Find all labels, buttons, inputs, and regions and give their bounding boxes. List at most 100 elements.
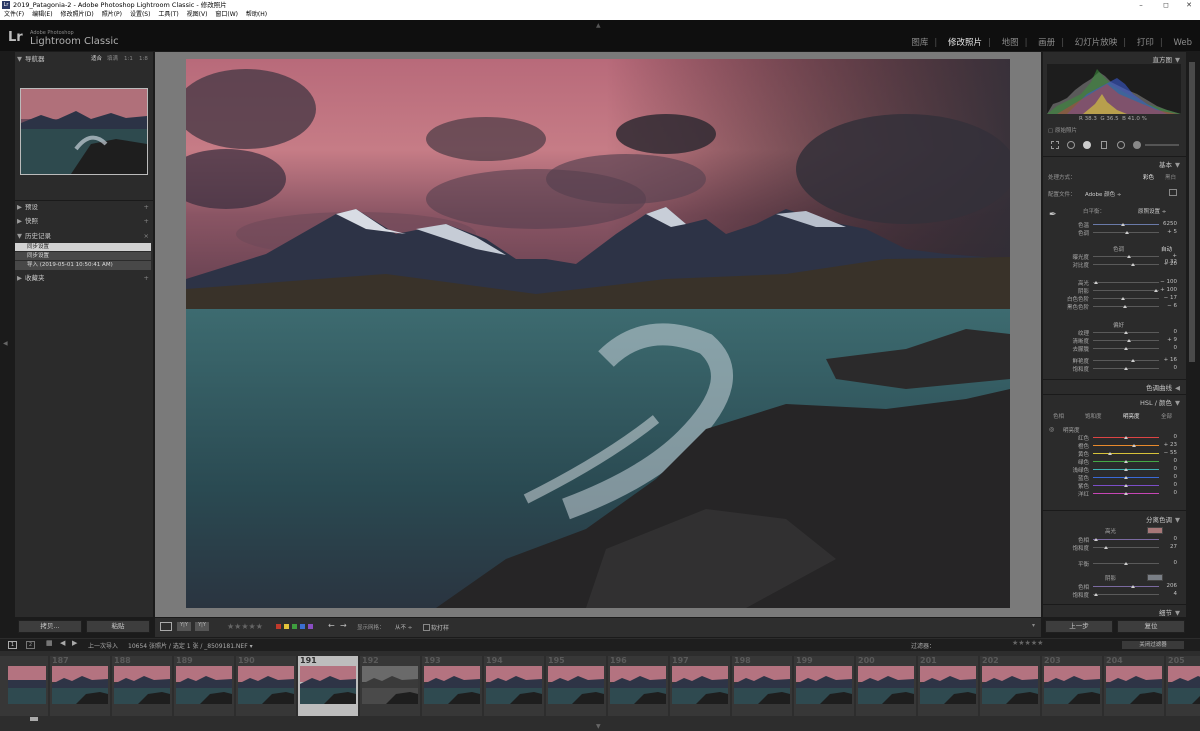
slider-track[interactable] — [1093, 547, 1159, 548]
filmstrip-thumbnail[interactable] — [610, 666, 666, 704]
filmstrip-cell[interactable]: 187 — [50, 656, 110, 716]
filter-select[interactable]: 关闭过滤器 — [1122, 641, 1184, 649]
slider-track[interactable] — [1093, 360, 1159, 361]
adjustment-brush-icon[interactable] — [1133, 141, 1141, 149]
profile-browser-icon[interactable] — [1169, 189, 1177, 196]
auto-tone-button[interactable]: 自动 — [1161, 245, 1172, 253]
filmstrip-cell[interactable]: 198 — [732, 656, 792, 716]
slider-value[interactable]: 0 — [1159, 482, 1178, 488]
add-icon[interactable]: + — [144, 273, 149, 283]
module-print[interactable]: 打印 — [1137, 38, 1154, 48]
before-after-icon[interactable]: Y|Y — [177, 622, 191, 631]
minimize-button[interactable]: – — [1130, 0, 1152, 10]
before-after-split-icon[interactable]: Y|Y — [195, 622, 209, 631]
module-develop[interactable]: 修改照片 — [948, 38, 982, 48]
filmstrip-thumbnail[interactable] — [52, 666, 108, 704]
slider-knob[interactable] — [1131, 263, 1135, 266]
main-photo[interactable] — [186, 59, 1010, 608]
spot-removal-icon[interactable] — [1067, 141, 1075, 149]
slider-knob[interactable] — [1131, 359, 1135, 362]
filmstrip-cell[interactable]: 199 — [794, 656, 854, 716]
treatment-bw[interactable]: 黑白 — [1165, 173, 1176, 181]
slider-value[interactable]: + 20 — [1159, 261, 1177, 267]
graduated-filter-icon[interactable] — [1101, 141, 1107, 149]
presets-header[interactable]: ▶ 预设 + — [17, 202, 151, 212]
selection-count[interactable]: 10654 张照片 / 选定 1 张 / _8509181.NEF ▾ — [128, 641, 253, 650]
filmstrip-cell[interactable]: 190 — [236, 656, 296, 716]
slider-track[interactable] — [1093, 453, 1159, 454]
filmstrip-thumbnail[interactable] — [982, 666, 1038, 704]
slider-knob[interactable] — [1131, 585, 1135, 588]
history-item[interactable]: 导入 (2019-05-01 10:50:41 AM) — [15, 261, 151, 270]
navigator-header[interactable]: ▼ 导航器 适合 填满 1:1 1:8 — [17, 54, 151, 64]
color-label-yellow[interactable] — [284, 624, 289, 629]
slider-knob[interactable] — [1124, 476, 1128, 479]
slider-track[interactable] — [1093, 445, 1159, 446]
source-label[interactable]: 上一次导入 — [88, 641, 118, 650]
prev-photo-arrow-icon[interactable]: ← — [328, 621, 335, 630]
second-window-button[interactable]: 2 — [26, 641, 35, 649]
previous-button[interactable]: 上一步 — [1045, 620, 1113, 633]
slider-value[interactable]: 0 — [1159, 365, 1178, 371]
filmstrip-thumbnail[interactable] — [1044, 666, 1100, 704]
filmstrip-thumbnail[interactable] — [176, 666, 232, 704]
slider-track[interactable] — [1093, 594, 1159, 595]
shadows-color-swatch[interactable] — [1147, 574, 1163, 581]
main-window-button[interactable]: 1 — [8, 641, 17, 649]
eyedropper-icon[interactable]: ✒ — [1049, 210, 1057, 220]
filmstrip-thumbnail[interactable] — [1168, 666, 1200, 704]
slider-value[interactable]: 0 — [1159, 490, 1178, 496]
red-eye-icon[interactable] — [1083, 141, 1091, 149]
slider-track[interactable] — [1093, 224, 1159, 225]
slider-value[interactable]: 0 — [1159, 466, 1178, 472]
filmstrip-cell[interactable] — [0, 656, 48, 716]
slider-value[interactable]: 4 — [1159, 591, 1178, 597]
crop-tool-icon[interactable] — [1051, 141, 1059, 149]
menu-tools[interactable]: 工具(T) — [158, 11, 178, 18]
back-arrow-icon[interactable]: ◀ — [60, 639, 65, 647]
radial-filter-icon[interactable] — [1117, 141, 1125, 149]
slider-value[interactable]: + 16 — [1159, 357, 1177, 363]
slider-value[interactable]: 0 — [1159, 560, 1178, 566]
slider-knob[interactable] — [1127, 339, 1131, 342]
maximize-button[interactable]: ◻ — [1155, 0, 1177, 10]
toolbar-menu-icon[interactable]: ▾ — [1032, 622, 1035, 629]
color-label-purple[interactable] — [308, 624, 313, 629]
profile-select[interactable]: Adobe 颜色 ÷ — [1085, 190, 1122, 198]
slider-knob[interactable] — [1108, 452, 1112, 455]
filmstrip-thumbnail[interactable] — [424, 666, 480, 704]
hsl-tab-saturation[interactable]: 饱和度 — [1085, 412, 1102, 420]
color-label-red[interactable] — [276, 624, 281, 629]
filmstrip-thumbnail[interactable] — [858, 666, 914, 704]
grid-icon[interactable]: ▦ — [46, 639, 53, 647]
wb-select[interactable]: 原照设置 ÷ — [1138, 207, 1166, 215]
filmstrip-thumbnail[interactable] — [300, 666, 356, 704]
filmstrip-cell[interactable]: 193 — [422, 656, 482, 716]
zoom-1to1[interactable]: 1:1 — [124, 54, 133, 64]
slider-knob[interactable] — [1124, 468, 1128, 471]
slider-value[interactable]: − 6 — [1159, 303, 1177, 309]
slider-knob[interactable] — [1104, 546, 1108, 549]
loupe-view-icon[interactable] — [160, 622, 172, 631]
slider-value[interactable]: 6250 — [1159, 221, 1177, 227]
history-item[interactable]: 同步设置 — [15, 252, 151, 260]
menu-develop[interactable]: 修改照片(D) — [60, 11, 93, 18]
filmstrip-cell[interactable]: 192 — [360, 656, 420, 716]
filmstrip-cell[interactable]: 195 — [546, 656, 606, 716]
next-photo-arrow-icon[interactable]: → — [340, 621, 347, 630]
split-toning-header[interactable]: 分离色调 ▼ — [1146, 514, 1180, 524]
filmstrip-thumbnail[interactable] — [1106, 666, 1162, 704]
slider-knob[interactable] — [1121, 223, 1125, 226]
navigator-preview[interactable] — [20, 88, 148, 175]
menu-file[interactable]: 文件(F) — [4, 11, 24, 18]
copy-settings-button[interactable]: 拷贝... — [18, 620, 82, 633]
slider-knob[interactable] — [1124, 492, 1128, 495]
header-toggle-icon[interactable]: ▲ — [596, 22, 601, 29]
slider-track[interactable] — [1093, 298, 1159, 299]
slider-value[interactable]: − 17 — [1159, 295, 1177, 301]
slider-value[interactable]: − 100 — [1159, 279, 1177, 285]
filmstrip-thumbnail[interactable] — [920, 666, 976, 704]
slider-knob[interactable] — [1094, 281, 1098, 284]
zoom-fill[interactable]: 填满 — [107, 54, 118, 64]
filmstrip-thumbnail[interactable] — [796, 666, 852, 704]
